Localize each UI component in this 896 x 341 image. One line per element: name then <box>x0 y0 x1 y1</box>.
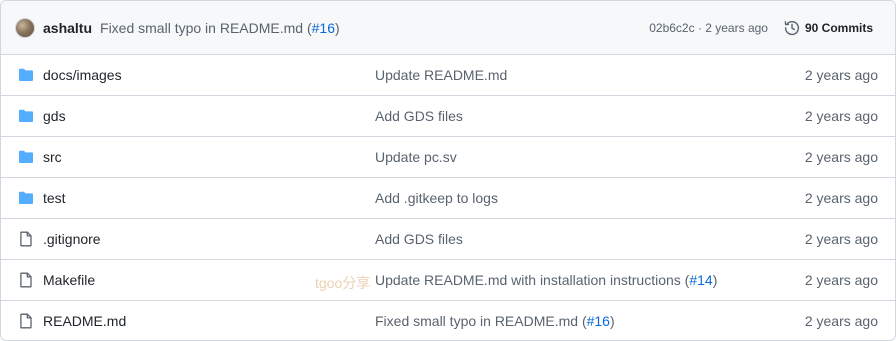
commit-message-link[interactable]: Add GDS files <box>375 219 463 260</box>
commit-message-link[interactable]: Add GDS files <box>375 96 463 137</box>
file-row: docs/images Update README.md 2 years ago <box>1 55 895 96</box>
commit-message-text: Update README.md <box>375 67 508 83</box>
commit-message-link[interactable]: Update README.md with installation instr… <box>375 260 717 301</box>
history-icon <box>784 21 800 36</box>
pr-link[interactable]: #14 <box>689 272 712 288</box>
commit-message-end: ) <box>334 19 340 36</box>
commit-message-text: Add .gitkeep to logs <box>375 190 498 206</box>
file-row: test Add .gitkeep to logs 2 years ago <box>1 178 895 219</box>
pr-link[interactable]: #16 <box>587 313 610 329</box>
folder-icon <box>18 190 34 206</box>
file-name-link[interactable]: docs/images <box>43 55 122 96</box>
commit-message-end: ) <box>712 272 718 288</box>
commit-message-text: Add GDS files <box>375 231 463 247</box>
commit-author[interactable]: ashaltu <box>43 20 92 36</box>
folder-icon <box>18 108 34 124</box>
commit-message-link[interactable]: Update pc.sv <box>375 137 457 178</box>
file-icon <box>18 313 34 329</box>
file-icon <box>18 272 34 288</box>
commit-message-link[interactable]: Add .gitkeep to logs <box>375 178 498 219</box>
commit-message-text: Fixed small typo in README.md ( <box>375 313 587 329</box>
commit-sha-time[interactable]: 02b6c2c · 2 years ago <box>649 21 768 35</box>
commit-age: 2 years ago <box>804 149 878 165</box>
folder-icon <box>18 67 34 83</box>
commit-message-text: Update README.md with installation instr… <box>375 272 690 288</box>
file-name-link[interactable]: .gitignore <box>43 219 101 260</box>
commit-message[interactable]: Fixed small typo in README.md (#16) <box>100 20 340 36</box>
history-label: 90 Commits <box>804 21 873 35</box>
file-row: .gitignore Add GDS files 2 years ago <box>1 219 895 260</box>
commit-message-text: Update pc.sv <box>375 149 457 165</box>
commit-message-text: Fixed small typo in README.md ( <box>100 19 312 36</box>
file-row: Makefile Update README.md with installati… <box>1 260 895 301</box>
file-browser-panel: ashaltu Fixed small typo in README.md (#… <box>0 0 896 341</box>
commit-age: 2 years ago <box>804 67 878 83</box>
latest-commit-bar: ashaltu Fixed small typo in README.md (#… <box>1 1 895 55</box>
commit-age: 2 years ago <box>804 108 878 124</box>
commit-meta: 02b6c2c · 2 years ago 90 Commits <box>649 1 873 55</box>
file-row: gds Add GDS files 2 years ago <box>1 96 895 137</box>
file-name-link[interactable]: test <box>43 178 66 219</box>
file-name-link[interactable]: Makefile <box>43 260 95 301</box>
folder-icon <box>18 149 34 165</box>
file-row: README.md Fixed small typo in README.md (… <box>1 301 895 340</box>
file-list: docs/images Update README.md 2 years ago gd… <box>1 55 895 340</box>
commit-message-link[interactable]: Update README.md <box>375 55 507 96</box>
commit-age: 2 years ago <box>804 231 878 247</box>
file-icon <box>18 231 34 247</box>
commit-age: 2 years ago <box>804 313 878 329</box>
commit-message-end: ) <box>609 313 615 329</box>
commit-message-link[interactable]: Fixed small typo in README.md (#16) <box>375 301 615 340</box>
avatar[interactable] <box>15 17 35 38</box>
file-name-link[interactable]: src <box>43 137 62 178</box>
file-name-link[interactable]: gds <box>43 96 66 137</box>
commit-age: 2 years ago <box>804 190 878 206</box>
history-button[interactable]: 90 Commits <box>784 20 873 36</box>
file-row: src Update pc.sv 2 years ago <box>1 137 895 178</box>
file-name-link[interactable]: README.md <box>43 301 126 340</box>
commit-message-text: Add GDS files <box>375 108 463 124</box>
commit-pr-link[interactable]: #16 <box>312 20 335 36</box>
commit-age: 2 years ago <box>804 272 878 288</box>
